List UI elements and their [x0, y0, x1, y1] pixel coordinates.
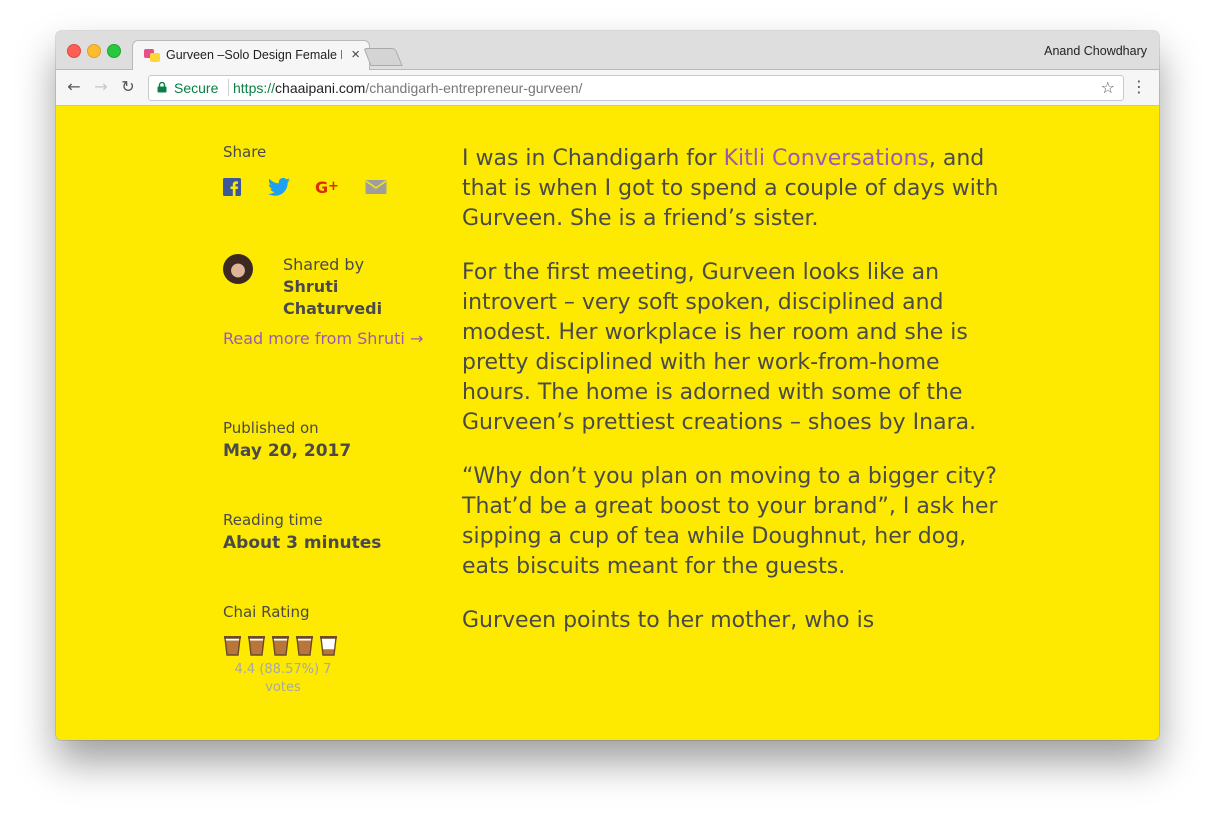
- author-name[interactable]: Shruti Chaturvedi: [283, 276, 393, 320]
- read-more-link[interactable]: Read more from Shruti →: [223, 328, 433, 350]
- site-favicon-icon: [144, 49, 160, 62]
- svg-text:+: +: [328, 179, 339, 194]
- forward-arrow-icon[interactable]: →: [92, 78, 110, 96]
- secure-label: Secure: [174, 80, 219, 96]
- facebook-icon[interactable]: [223, 177, 241, 197]
- shared-by-block: Shared by Shruti Chaturvedi: [283, 254, 433, 320]
- chai-cup-icon[interactable]: [295, 634, 314, 656]
- url-text[interactable]: https://chaaipani.com/chandigarh-entrepr…: [233, 80, 582, 96]
- p1-text-start: I was in Chandigarh for: [462, 146, 724, 171]
- kebab-menu-icon[interactable]: ⋮: [1131, 78, 1147, 96]
- window-minimize-button[interactable]: [87, 44, 101, 58]
- article-paragraph-3: “Why don’t you plan on moving to a bigge…: [462, 464, 998, 579]
- tab-strip: Gurveen –Solo Design Female E × Anand Ch…: [56, 31, 1159, 71]
- url-host: chaaipani.com: [275, 80, 366, 96]
- tab-close-icon[interactable]: ×: [351, 46, 360, 63]
- chai-cup-icon[interactable]: [319, 634, 338, 656]
- share-label: Share: [223, 143, 267, 161]
- address-bar[interactable]: Secure https://chaaipani.com/chandigarh-…: [148, 75, 1124, 101]
- rating-summary: 4.4 (88.57%) 7 votes: [234, 662, 332, 695]
- page-content: Share G + Shared by Shruti Chaturvedi Re…: [56, 106, 1159, 740]
- reading-time-value: About 3 minutes: [223, 533, 382, 553]
- author-avatar[interactable]: [223, 254, 253, 284]
- chai-cup-icon[interactable]: [223, 634, 242, 656]
- svg-text:G: G: [315, 178, 328, 197]
- url-path: /chandigarh-entrepreneur-gurveen/: [365, 80, 583, 96]
- bookmark-star-icon[interactable]: ☆: [1101, 78, 1115, 97]
- reload-icon[interactable]: ↻: [119, 78, 137, 96]
- shared-by-label: Shared by: [283, 255, 365, 274]
- new-tab-button[interactable]: [363, 48, 403, 66]
- url-separator: [228, 79, 229, 96]
- published-date: May 20, 2017: [223, 441, 352, 461]
- window-maximize-button[interactable]: [107, 44, 121, 58]
- window-close-button[interactable]: [67, 44, 81, 58]
- chai-cup-icon[interactable]: [247, 634, 266, 656]
- article-paragraph-2: For the first meeting, Gurveen looks lik…: [462, 260, 977, 435]
- url-scheme: https://: [233, 80, 276, 96]
- browser-toolbar: ← → ↻ Secure https://chaaipani.com/chand…: [56, 70, 1159, 106]
- google-plus-icon[interactable]: G +: [315, 177, 341, 197]
- published-label: Published on: [223, 419, 319, 437]
- article-paragraph-4: Gurveen points to her mother, who is: [462, 608, 875, 633]
- profile-name[interactable]: Anand Chowdhary: [1044, 44, 1147, 58]
- article-body: I was in Chandigarh for Kitli Conversati…: [462, 144, 1002, 660]
- chai-rating-label: Chai Rating: [223, 603, 310, 621]
- article-paragraph-1: I was in Chandigarh for Kitli Conversati…: [462, 144, 1002, 234]
- chai-rating-cups[interactable]: [223, 634, 343, 660]
- back-arrow-icon[interactable]: ←: [65, 78, 83, 96]
- tab-title: Gurveen –Solo Design Female E: [166, 48, 342, 62]
- browser-window: Gurveen –Solo Design Female E × Anand Ch…: [56, 31, 1159, 740]
- reading-time-label: Reading time: [223, 511, 323, 529]
- twitter-icon[interactable]: [268, 177, 290, 197]
- kitli-conversations-link[interactable]: Kitli Conversations: [724, 146, 929, 171]
- email-icon[interactable]: [365, 177, 387, 197]
- lock-icon: [157, 82, 167, 93]
- chai-cup-icon[interactable]: [271, 634, 290, 656]
- tab-active[interactable]: Gurveen –Solo Design Female E ×: [132, 40, 370, 71]
